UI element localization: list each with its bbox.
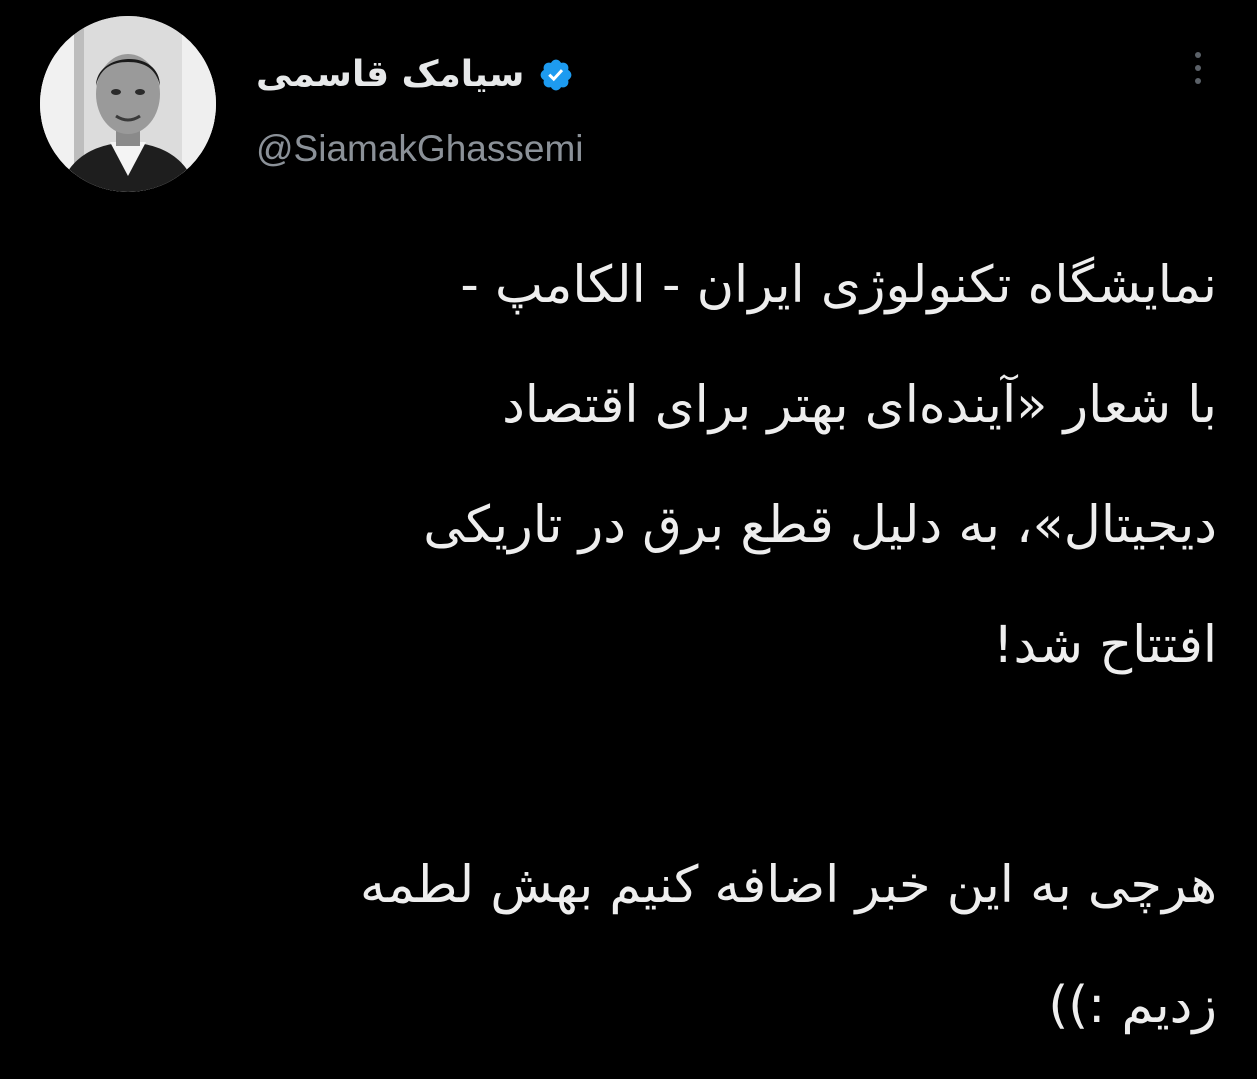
tweet-line: افتتاح شد! bbox=[993, 616, 1217, 675]
avatar[interactable] bbox=[40, 16, 216, 192]
user-handle[interactable]: @SiamakGhassemi bbox=[256, 130, 584, 167]
tweet-line: دیجیتال»، به دلیل قطع برق در تاریکی bbox=[423, 496, 1217, 555]
tweet-line: نمایشگاه تکنولوژی ایران - الکامپ - bbox=[460, 256, 1217, 315]
more-options-button[interactable] bbox=[1178, 40, 1218, 96]
tweet-text: نمایشگاه تکنولوژی ایران - الکامپ - با شع… bbox=[67, 226, 1217, 1066]
tweet-line: زدیم :)) bbox=[1048, 976, 1217, 1035]
tweet-line: هرچی به این خبر اضافه کنیم بهش لطمه bbox=[360, 856, 1217, 915]
author-name-row[interactable]: سیامک قاسمی bbox=[256, 46, 574, 104]
tweet-line: با شعار «آینده‌ای بهتر برای اقتصاد bbox=[502, 376, 1217, 435]
more-vertical-icon-dot bbox=[1195, 65, 1201, 71]
more-vertical-icon-dot bbox=[1195, 78, 1201, 84]
avatar-photo bbox=[40, 16, 216, 192]
verified-badge-icon bbox=[540, 59, 572, 91]
more-vertical-icon bbox=[1195, 52, 1201, 58]
tweet-card: سیامک قاسمی @SiamakGhassemi نمایشگاه تکن… bbox=[0, 0, 1257, 1079]
display-name[interactable]: سیامک قاسمی bbox=[256, 57, 524, 93]
